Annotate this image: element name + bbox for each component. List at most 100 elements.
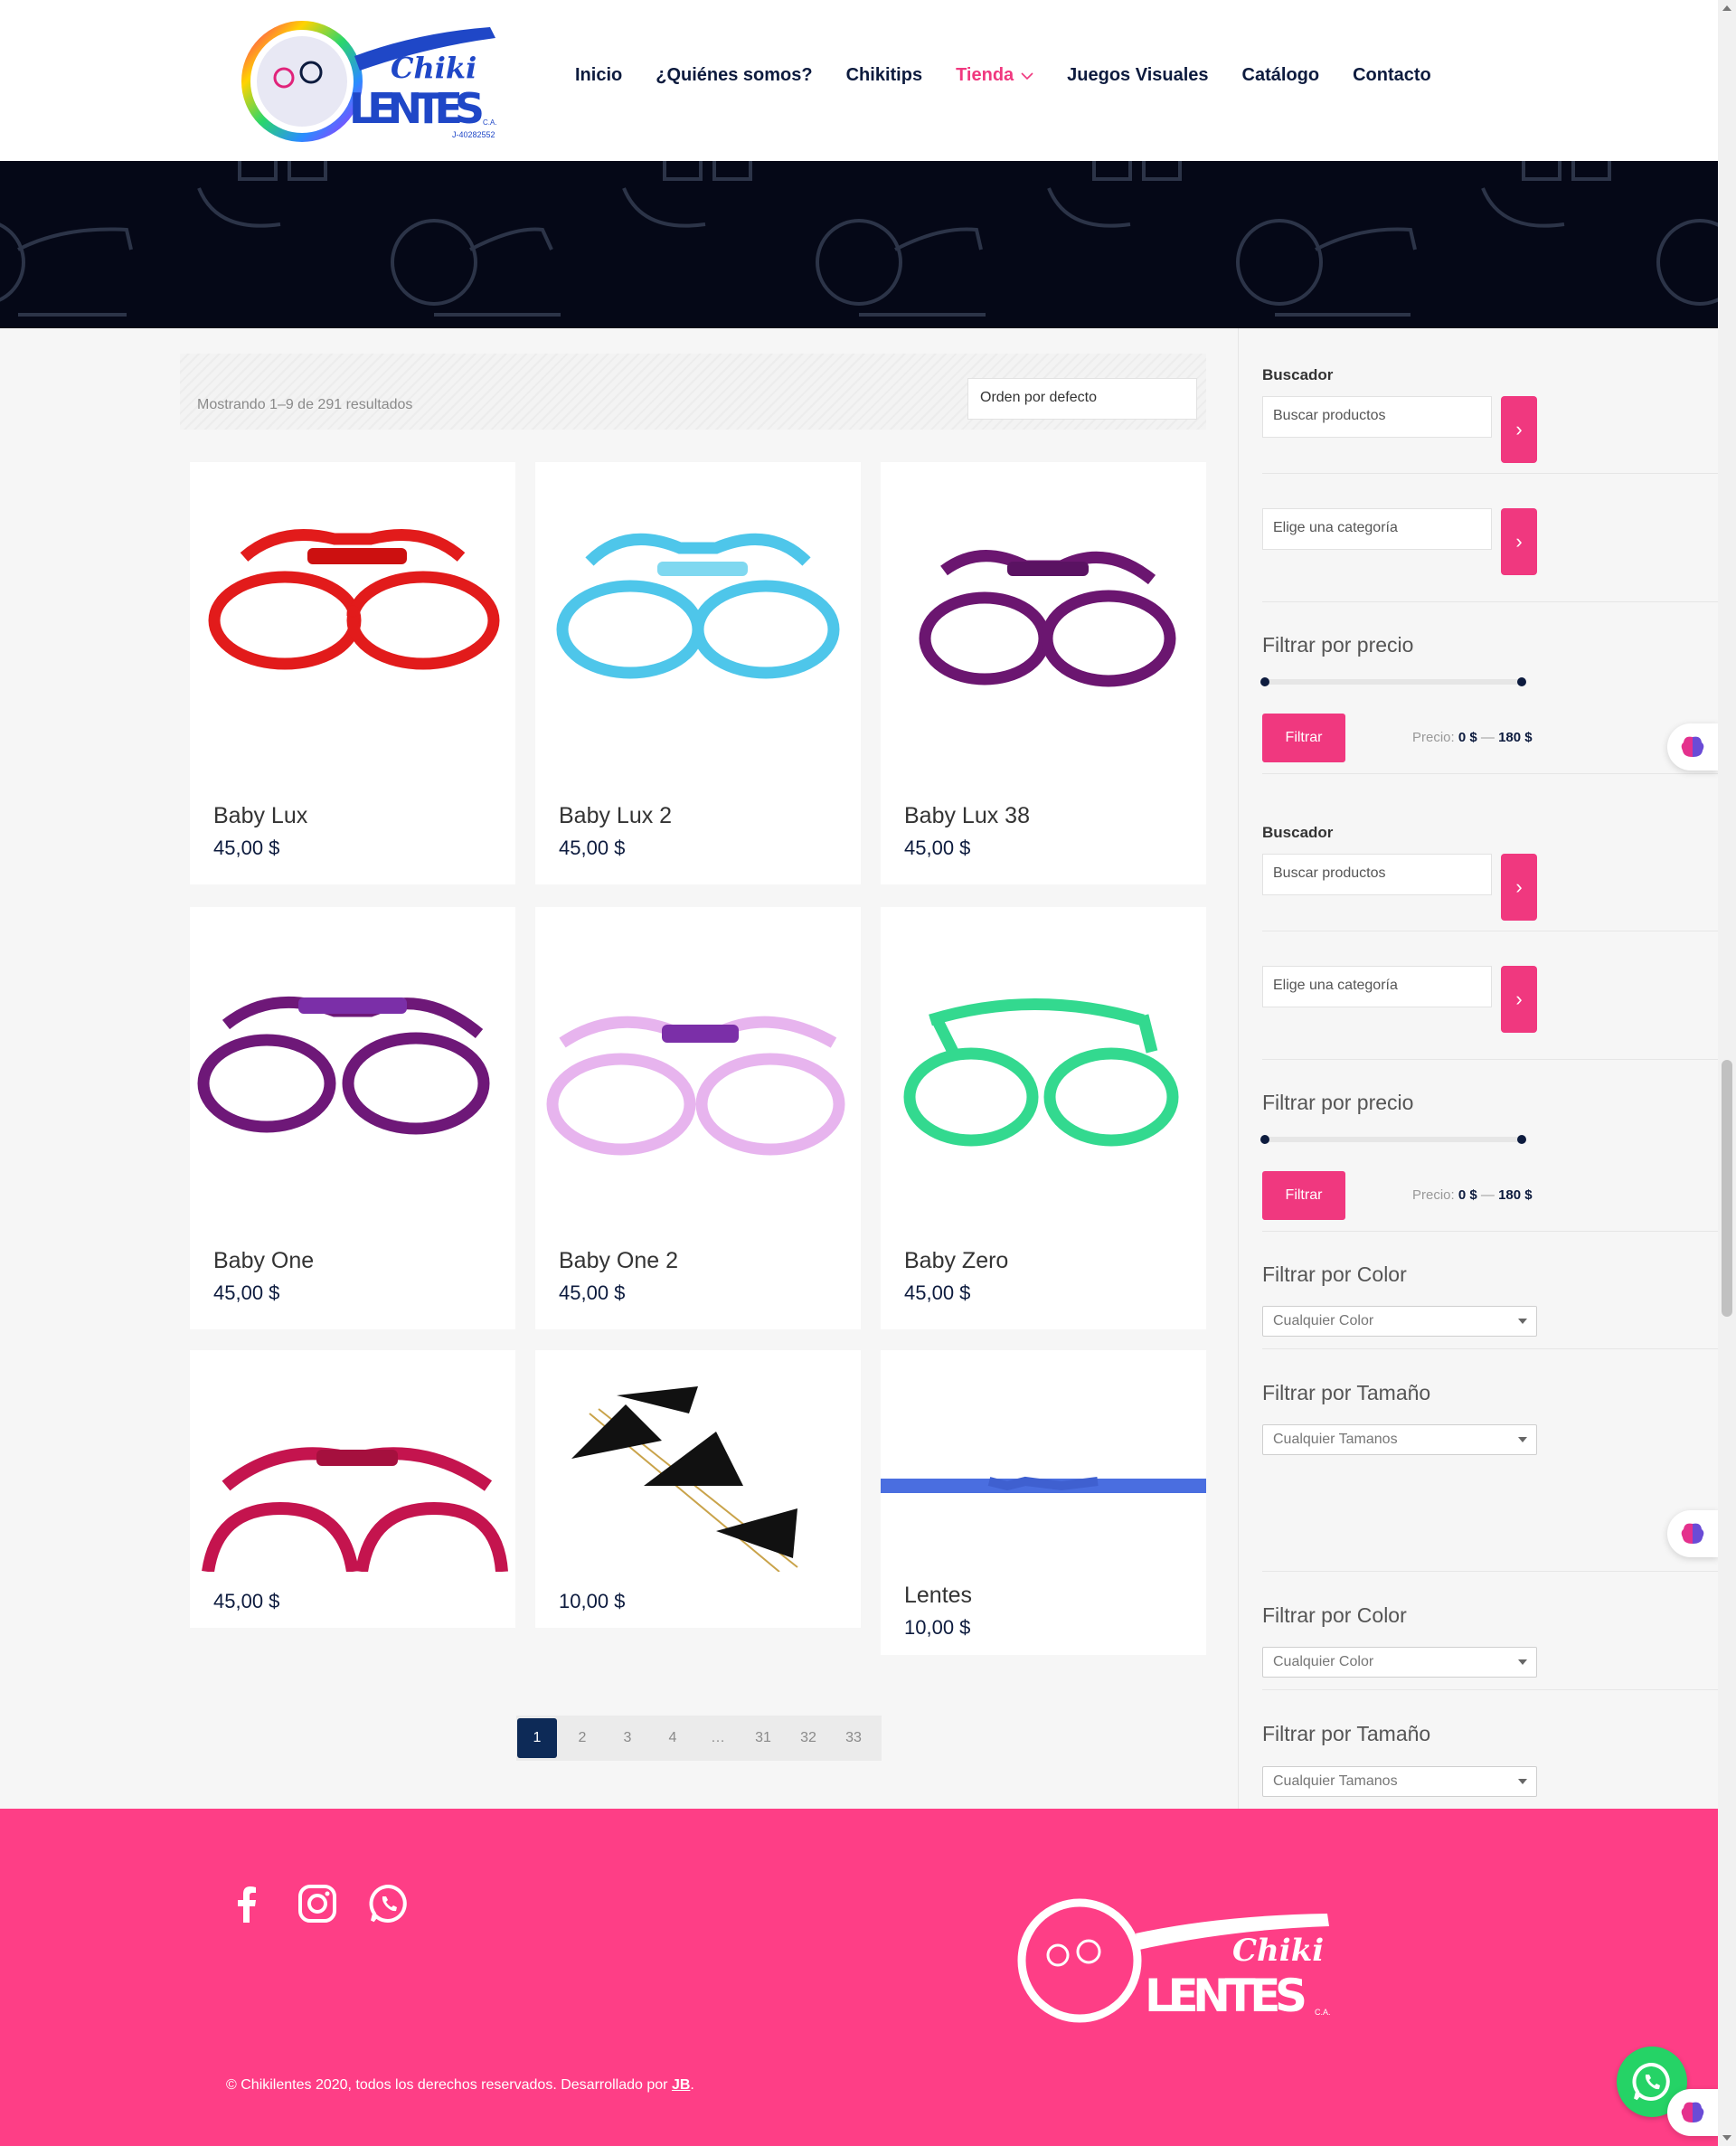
product-price: 45,00 $	[559, 1281, 626, 1304]
brain-icon	[1681, 736, 1704, 757]
search-input[interactable]: Buscar productos	[1262, 396, 1492, 438]
size-select[interactable]: Cualquier Tamanos	[1262, 1766, 1537, 1797]
price-slider-min-handle[interactable]	[1260, 677, 1269, 686]
product-title[interactable]: Baby Lux	[213, 803, 307, 829]
product-card[interactable]: Baby Lux 38 45,00 $	[881, 462, 1206, 884]
product-image	[556, 533, 840, 679]
svg-text:Chiki: Chiki	[1232, 1933, 1324, 1969]
product-card[interactable]: Baby Zero 45,00 $	[881, 907, 1206, 1329]
color-select-value: Cualquier Color	[1273, 1313, 1374, 1328]
product-card[interactable]: Baby One 45,00 $	[190, 907, 515, 1329]
product-image	[571, 1386, 798, 1572]
whatsapp-icon[interactable]	[368, 1883, 410, 1924]
category-select[interactable]: Elige una categoría	[1262, 508, 1492, 550]
svg-text:J-40282552: J-40282552	[452, 130, 495, 139]
page-number[interactable]: 32	[788, 1718, 828, 1758]
site-footer: Chiki LENTES C.A. © Chikilentes 2020, to…	[0, 1809, 1718, 2146]
accessibility-widget-button[interactable]	[1667, 2089, 1718, 2136]
page-number[interactable]: 31	[743, 1718, 783, 1758]
filter-button[interactable]: Filtrar	[1262, 714, 1345, 762]
chikilentes-logo[interactable]: Chiki LENTES C.A. J-40282552	[237, 14, 508, 148]
caret-down-icon	[1518, 1779, 1527, 1784]
nav-chikitips[interactable]: Chikitips	[846, 65, 922, 86]
search-submit-button[interactable]: ›	[1501, 396, 1537, 463]
product-card[interactable]: 10,00 $	[535, 1350, 861, 1628]
product-title[interactable]: Baby Lux 2	[559, 803, 672, 829]
category-select[interactable]: Elige una categoría	[1262, 966, 1492, 1007]
pagination: 1 2 3 4 … 31 32 33	[516, 1716, 882, 1761]
product-title[interactable]: Baby One 2	[559, 1248, 678, 1274]
nav-inicio[interactable]: Inicio	[575, 65, 622, 86]
svg-text:C.A.: C.A.	[1315, 2008, 1331, 2017]
footer-logo[interactable]: Chiki LENTES C.A.	[1011, 1888, 1342, 2033]
price-filter-title: Filtrar por precio	[1262, 1091, 1414, 1114]
product-title[interactable]: Baby Zero	[904, 1248, 1008, 1274]
price-slider-max-handle[interactable]	[1517, 677, 1526, 686]
product-card[interactable]: Lentes 10,00 $	[881, 1350, 1206, 1655]
caret-down-icon	[1518, 1437, 1527, 1442]
scrollbar-thumb[interactable]	[1722, 1060, 1732, 1317]
page-number[interactable]: 4	[653, 1718, 693, 1758]
hero-banner	[0, 161, 1718, 328]
accessibility-widget-button[interactable]	[1667, 1510, 1718, 1557]
product-card[interactable]: Baby Lux 45,00 $	[190, 462, 515, 884]
price-range-label: Precio: 0 $ — 180 $	[1412, 730, 1533, 745]
caret-down-icon	[1518, 1319, 1527, 1324]
site-header: Chiki LENTES C.A. J-40282552 Inicio ¿Qui…	[0, 0, 1718, 161]
size-select-value: Cualquier Tamanos	[1273, 1432, 1398, 1447]
filter-button[interactable]: Filtrar	[1262, 1171, 1345, 1220]
scroll-down-arrow-icon[interactable]	[1722, 2135, 1731, 2141]
color-select[interactable]: Cualquier Color	[1262, 1306, 1537, 1337]
nav-juegos-visuales[interactable]: Juegos Visuales	[1067, 65, 1208, 86]
nav-tienda[interactable]: Tienda	[956, 65, 1033, 86]
page-number[interactable]: 2	[562, 1718, 602, 1758]
category-submit-button[interactable]: ›	[1501, 966, 1537, 1033]
category-submit-button[interactable]: ›	[1501, 508, 1537, 575]
divider	[1262, 1059, 1719, 1060]
product-title[interactable]: Baby One	[213, 1248, 314, 1274]
developer-link[interactable]: JB	[672, 2077, 690, 2093]
price-slider-max-handle[interactable]	[1517, 1135, 1526, 1144]
accessibility-widget-button[interactable]	[1667, 723, 1718, 770]
divider	[1262, 1348, 1719, 1349]
product-image	[881, 1476, 1206, 1493]
search-input[interactable]: Buscar productos	[1262, 854, 1492, 895]
page-number[interactable]: 3	[608, 1718, 647, 1758]
price-slider[interactable]	[1260, 1135, 1526, 1144]
brain-icon	[1681, 2102, 1704, 2122]
orderby-select[interactable]: Orden por defecto	[967, 378, 1197, 420]
nav-contacto[interactable]: Contacto	[1353, 65, 1431, 86]
product-price: 45,00 $	[904, 837, 971, 859]
product-card[interactable]: Baby One 2 45,00 $	[535, 907, 861, 1329]
product-price: 10,00 $	[559, 1590, 626, 1612]
product-title[interactable]: Baby Lux 38	[904, 803, 1030, 829]
divider	[1262, 601, 1719, 602]
nav-catalogo[interactable]: Catálogo	[1242, 65, 1320, 86]
search-submit-button[interactable]: ›	[1501, 854, 1537, 921]
size-select-value: Cualquier Tamanos	[1273, 1773, 1398, 1789]
size-filter-title: Filtrar por Tamaño	[1262, 1722, 1431, 1745]
price-range-label: Precio: 0 $ — 180 $	[1412, 1187, 1533, 1203]
page-ellipsis: …	[711, 1730, 725, 1745]
page-scrollbar[interactable]	[1718, 0, 1736, 2146]
color-select[interactable]: Cualquier Color	[1262, 1647, 1537, 1678]
price-slider-min-handle[interactable]	[1260, 1135, 1269, 1144]
copyright: © Chikilentes 2020, todos los derechos r…	[226, 2077, 694, 2093]
size-select[interactable]: Cualquier Tamanos	[1262, 1424, 1537, 1455]
product-image	[903, 998, 1179, 1147]
product-card[interactable]: Baby Lux 2 45,00 $	[535, 462, 861, 884]
product-price: 10,00 $	[904, 1616, 971, 1639]
scroll-up-arrow-icon[interactable]	[1722, 5, 1731, 11]
svg-text:Chiki: Chiki	[391, 51, 476, 85]
facebook-icon[interactable]	[226, 1883, 268, 1924]
nav-quienes-somos[interactable]: ¿Quiénes somos?	[656, 65, 812, 86]
product-card[interactable]: 45,00 $	[190, 1350, 515, 1628]
shop-sidebar: Buscador Buscar productos › Elige una ca…	[1238, 328, 1719, 1809]
instagram-icon[interactable]	[297, 1883, 338, 1924]
product-price: 45,00 $	[559, 837, 626, 859]
page-number-current[interactable]: 1	[517, 1718, 557, 1758]
page-number[interactable]: 33	[834, 1718, 873, 1758]
product-title[interactable]: Lentes	[904, 1583, 972, 1609]
price-slider[interactable]	[1260, 677, 1526, 686]
search-widget-title: Buscador	[1262, 366, 1334, 383]
